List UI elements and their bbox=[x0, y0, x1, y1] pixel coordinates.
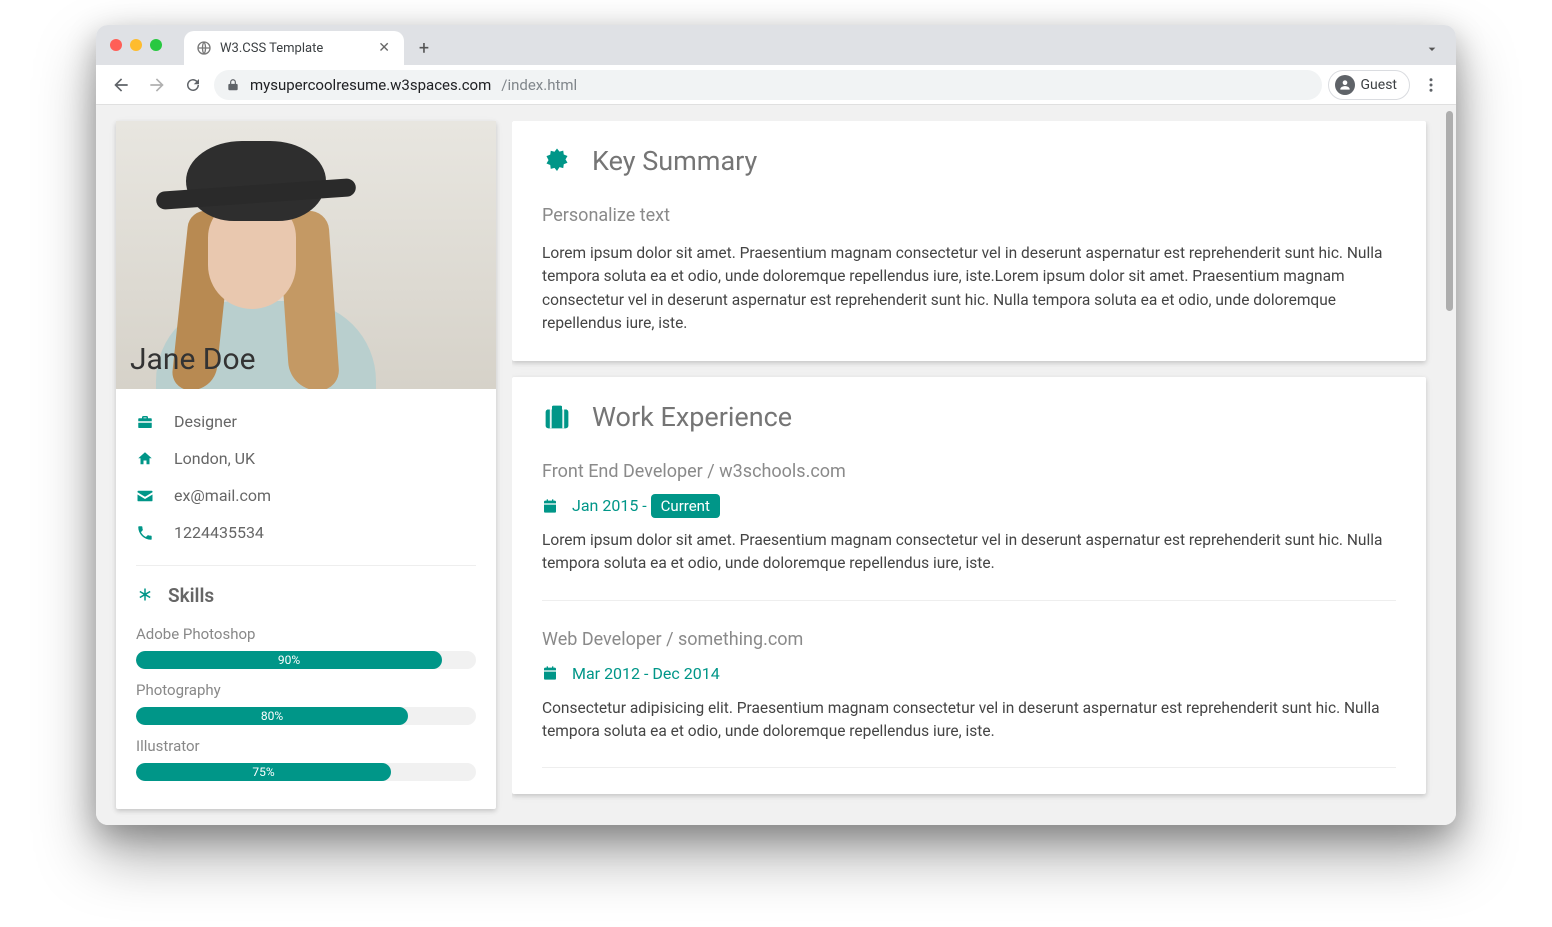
job-date-range: Jan 2015 - bbox=[572, 496, 651, 515]
kebab-menu-button[interactable] bbox=[1416, 70, 1446, 100]
work-card: Work Experience Front End Developer / w3… bbox=[512, 377, 1426, 794]
work-heading: Work Experience bbox=[542, 401, 1396, 433]
skill-item: Adobe Photoshop 90% bbox=[136, 625, 476, 669]
job-description: Lorem ipsum dolor sit amet. Praesentium … bbox=[542, 529, 1396, 576]
summary-heading-text: Key Summary bbox=[592, 145, 757, 177]
profile-location-row: London, UK bbox=[136, 440, 476, 477]
summary-card: Key Summary Personalize text Lorem ipsum… bbox=[512, 121, 1426, 361]
reload-button[interactable] bbox=[178, 70, 208, 100]
profile-role: Designer bbox=[174, 412, 237, 431]
skill-name: Adobe Photoshop bbox=[136, 625, 476, 643]
tab-strip: W3.CSS Template ✕ + bbox=[96, 25, 1456, 65]
profile-phone-row: 1224435534 bbox=[136, 514, 476, 551]
profile-phone: 1224435534 bbox=[174, 523, 264, 542]
job-item: Front End Developer / w3schools.com Jan … bbox=[542, 461, 1396, 576]
skill-progress: 80% bbox=[136, 707, 476, 725]
tabs-dropdown-button[interactable] bbox=[1420, 37, 1444, 61]
profile-details: Designer London, UK ex@mail.com bbox=[116, 389, 496, 807]
globe-icon bbox=[196, 40, 212, 56]
skill-progress: 75% bbox=[136, 763, 476, 781]
profile-name: Jane Doe bbox=[130, 342, 256, 377]
skill-progress-fill: 90% bbox=[136, 651, 442, 669]
phone-icon bbox=[136, 524, 156, 542]
divider bbox=[136, 565, 476, 566]
job-date-range: Mar 2012 - Dec 2014 bbox=[572, 664, 720, 683]
job-title: Front End Developer / w3schools.com bbox=[542, 461, 1396, 482]
browser-toolbar: mysupercoolresume.w3spaces.com/index.htm… bbox=[96, 65, 1456, 105]
main-column: Key Summary Personalize text Lorem ipsum… bbox=[512, 121, 1436, 809]
suitcase-icon bbox=[542, 402, 572, 432]
maximize-window-button[interactable] bbox=[150, 39, 162, 51]
skill-progress: 90% bbox=[136, 651, 476, 669]
avatar-icon bbox=[1335, 75, 1355, 95]
briefcase-icon bbox=[136, 413, 156, 431]
profile-email: ex@mail.com bbox=[174, 486, 271, 505]
divider bbox=[542, 767, 1396, 768]
profile-label: Guest bbox=[1361, 77, 1397, 93]
calendar-icon bbox=[542, 665, 558, 681]
job-title: Web Developer / something.com bbox=[542, 629, 1396, 650]
profile-location: London, UK bbox=[174, 449, 255, 468]
forward-button[interactable] bbox=[142, 70, 172, 100]
home-icon bbox=[136, 450, 156, 468]
browser-tab[interactable]: W3.CSS Template ✕ bbox=[184, 31, 404, 65]
profile-photo: Jane Doe bbox=[116, 121, 496, 389]
skills-heading: Skills bbox=[136, 580, 476, 617]
job-dates: Jan 2015 - Current bbox=[542, 496, 1396, 515]
asterisk-icon bbox=[136, 587, 154, 605]
envelope-icon bbox=[136, 487, 156, 505]
profile-email-row: ex@mail.com bbox=[136, 477, 476, 514]
profile-button[interactable]: Guest bbox=[1328, 70, 1410, 100]
address-bar[interactable]: mysupercoolresume.w3spaces.com/index.htm… bbox=[214, 70, 1322, 100]
calendar-icon bbox=[542, 498, 558, 514]
profile-card: Jane Doe Designer London, UK bbox=[116, 121, 496, 809]
minimize-window-button[interactable] bbox=[130, 39, 142, 51]
person-illustration bbox=[186, 141, 326, 221]
page-viewport: Jane Doe Designer London, UK bbox=[96, 105, 1456, 825]
job-dates: Mar 2012 - Dec 2014 bbox=[542, 664, 1396, 683]
url-path: /index.html bbox=[501, 76, 577, 94]
browser-window: W3.CSS Template ✕ + mysuper bbox=[96, 25, 1456, 825]
skill-item: Illustrator 75% bbox=[136, 737, 476, 781]
lock-icon bbox=[226, 78, 240, 92]
summary-subheading: Personalize text bbox=[542, 205, 1396, 226]
divider bbox=[542, 600, 1396, 601]
close-window-button[interactable] bbox=[110, 39, 122, 51]
tab-title: W3.CSS Template bbox=[220, 41, 368, 56]
certificate-icon bbox=[542, 146, 572, 176]
work-heading-text: Work Experience bbox=[592, 401, 792, 433]
skills-heading-text: Skills bbox=[168, 584, 214, 607]
skill-name: Illustrator bbox=[136, 737, 476, 755]
new-tab-button[interactable]: + bbox=[410, 34, 438, 62]
skill-progress-fill: 80% bbox=[136, 707, 408, 725]
skill-item: Photography 80% bbox=[136, 681, 476, 725]
job-item: Web Developer / something.com Mar 2012 -… bbox=[542, 629, 1396, 744]
current-badge: Current bbox=[651, 494, 720, 518]
profile-role-row: Designer bbox=[136, 403, 476, 440]
close-tab-button[interactable]: ✕ bbox=[376, 38, 392, 58]
summary-body: Lorem ipsum dolor sit amet. Praesentium … bbox=[542, 242, 1396, 335]
window-controls bbox=[110, 39, 162, 51]
back-button[interactable] bbox=[106, 70, 136, 100]
url-host: mysupercoolresume.w3spaces.com bbox=[250, 76, 491, 94]
skill-name: Photography bbox=[136, 681, 476, 699]
summary-heading: Key Summary bbox=[542, 145, 1396, 177]
skill-progress-fill: 75% bbox=[136, 763, 391, 781]
vertical-scrollbar[interactable] bbox=[1446, 111, 1453, 311]
job-description: Consectetur adipisicing elit. Praesentiu… bbox=[542, 697, 1396, 744]
